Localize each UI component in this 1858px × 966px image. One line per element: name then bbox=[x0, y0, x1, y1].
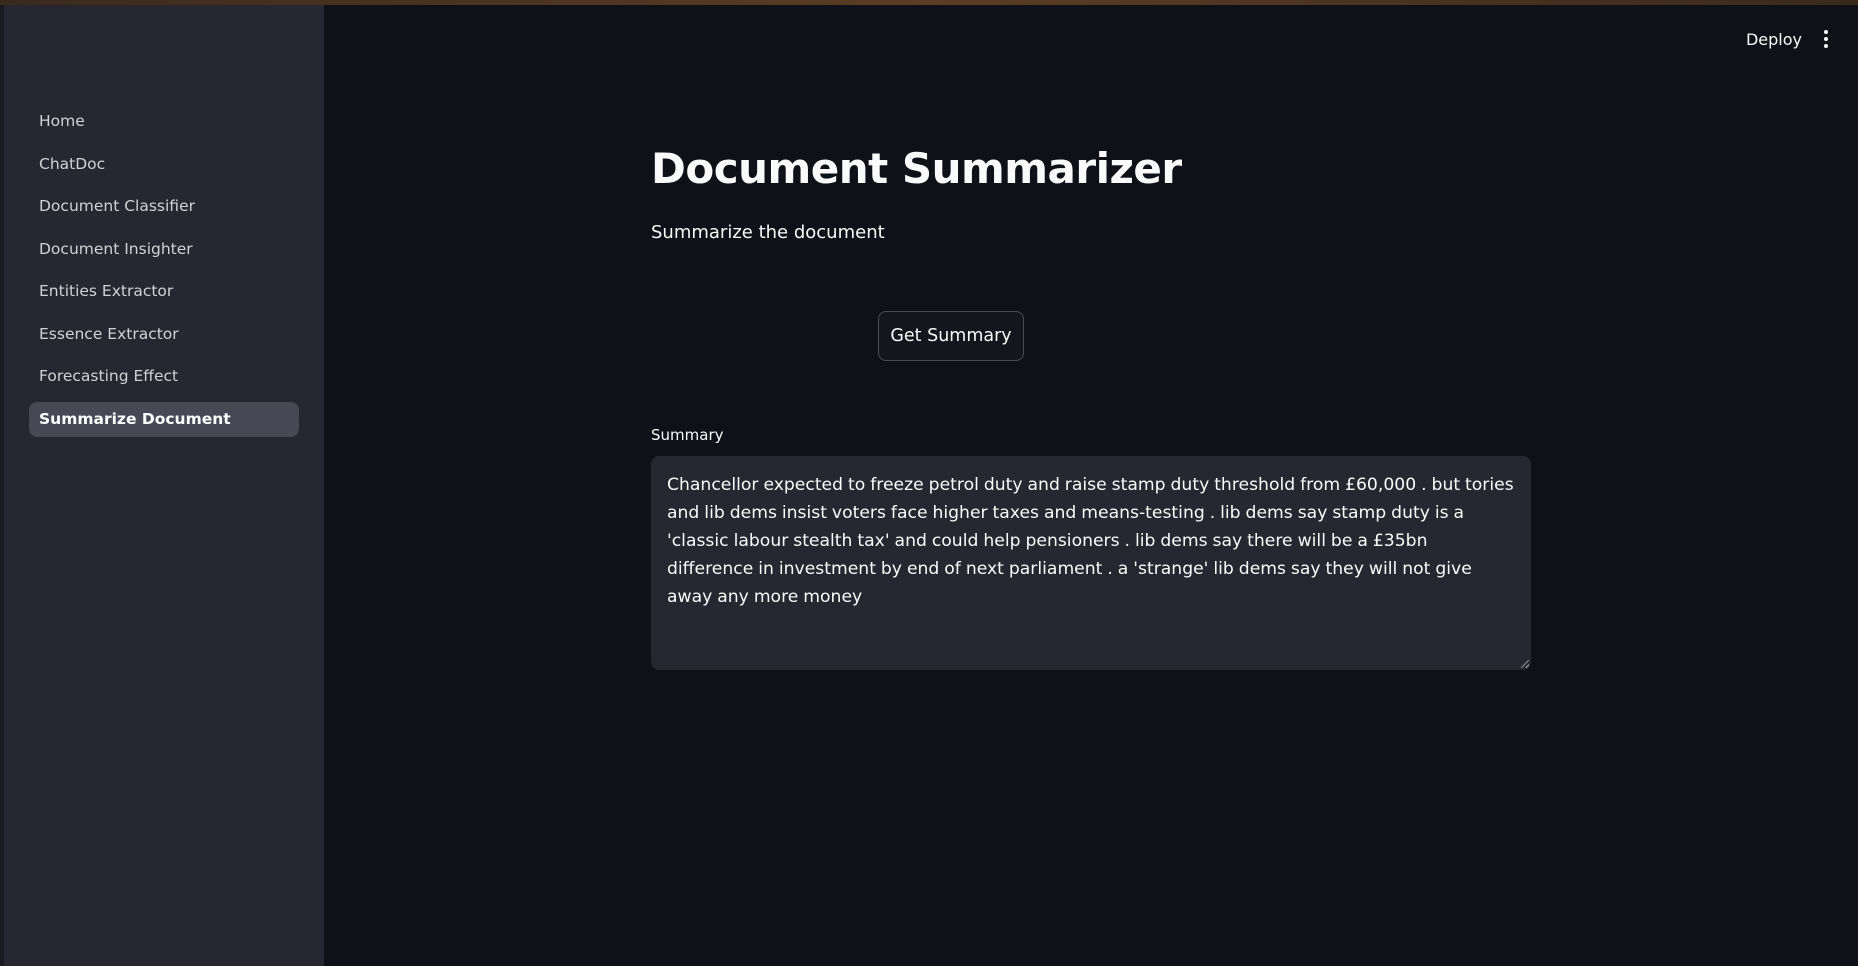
page-title: Document Summarizer bbox=[651, 144, 1182, 193]
summary-label: Summary bbox=[651, 426, 724, 444]
kebab-dot bbox=[1824, 44, 1828, 48]
sidebar-item-entities-extractor[interactable]: Entities Extractor bbox=[29, 274, 299, 309]
summary-textarea[interactable]: Chancellor expected to freeze petrol dut… bbox=[651, 456, 1531, 670]
sidebar-item-home[interactable]: Home bbox=[29, 104, 299, 139]
app-window: Home ChatDoc Document Classifier Documen… bbox=[0, 0, 1858, 966]
top-accent-bar bbox=[0, 0, 1858, 5]
sidebar-item-forecasting-effect[interactable]: Forecasting Effect bbox=[29, 359, 299, 394]
sidebar-item-document-classifier[interactable]: Document Classifier bbox=[29, 189, 299, 224]
sidebar-nav: Home ChatDoc Document Classifier Documen… bbox=[29, 104, 299, 444]
sidebar-item-essence-extractor[interactable]: Essence Extractor bbox=[29, 317, 299, 352]
kebab-dot bbox=[1824, 30, 1828, 34]
sidebar-item-chatdoc[interactable]: ChatDoc bbox=[29, 147, 299, 182]
resize-handle-icon[interactable] bbox=[1521, 660, 1529, 668]
get-summary-button[interactable]: Get Summary bbox=[878, 311, 1024, 361]
kebab-menu-icon[interactable] bbox=[1820, 28, 1832, 50]
header-toolbar: Deploy bbox=[1746, 28, 1832, 50]
left-edge bbox=[0, 0, 4, 966]
sidebar-item-document-insighter[interactable]: Document Insighter bbox=[29, 232, 299, 267]
sidebar-item-summarize-document[interactable]: Summarize Document bbox=[29, 401, 299, 437]
deploy-button[interactable]: Deploy bbox=[1746, 30, 1802, 49]
sidebar: Home ChatDoc Document Classifier Documen… bbox=[4, 5, 324, 966]
page-subtitle: Summarize the document bbox=[651, 222, 885, 243]
kebab-dot bbox=[1824, 37, 1828, 41]
summary-text: Chancellor expected to freeze petrol dut… bbox=[667, 475, 1514, 607]
